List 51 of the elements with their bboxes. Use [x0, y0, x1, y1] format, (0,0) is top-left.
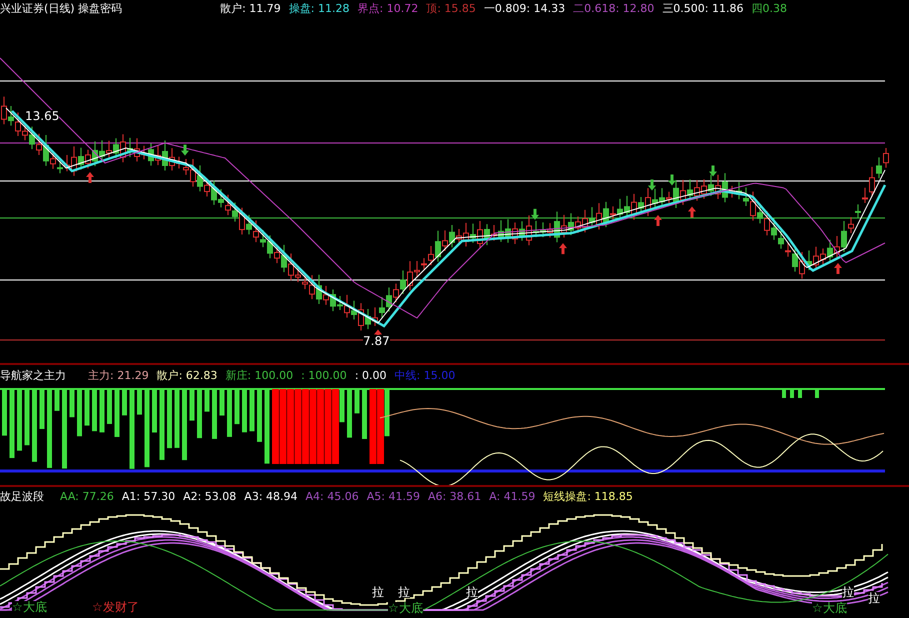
- indicator-value: A3: 48.94: [244, 489, 298, 505]
- bar: [790, 389, 794, 398]
- signal-label: ☆大底: [12, 601, 47, 613]
- indicator-value: A2: 53.08: [183, 489, 236, 505]
- signal-label: 拉: [398, 586, 410, 598]
- up-arrow-icon: [654, 215, 662, 226]
- indicator-value: A6: 38.61: [428, 489, 482, 505]
- indicator-value: 操盘: 11.28: [288, 1, 350, 17]
- bar: [782, 389, 786, 398]
- indicator-value: 短线操盘: 118.85: [543, 489, 633, 505]
- down-arrow-icon: [181, 144, 189, 156]
- indicator-value: 四0.38: [751, 1, 787, 17]
- indicator-value: A4: 45.06: [306, 489, 359, 505]
- panel-title: 故足波段: [0, 489, 44, 505]
- down-arrow-icon: [531, 208, 539, 220]
- price-label: 13.65: [25, 110, 60, 122]
- indicator-value: A: 41.59: [489, 489, 536, 505]
- indicator-value: A5: 41.59: [366, 489, 420, 505]
- up-arrow-icon: [86, 172, 94, 183]
- signal-label: ☆大底: [812, 602, 847, 614]
- indicator-value: 一0.809: 14.33: [484, 1, 566, 17]
- indicator-value: 散户: 62.83: [156, 368, 218, 384]
- price-label: 7.87: [363, 335, 390, 347]
- signal-label: ☆发财了: [92, 601, 139, 613]
- signal-label: ☆大底: [388, 602, 423, 614]
- up-arrow-icon: [559, 243, 567, 254]
- indicator-value: 主力: 21.29: [88, 368, 149, 384]
- indicator-value: A1: 57.30: [122, 489, 176, 505]
- indicator-value: 界点: 10.72: [358, 1, 418, 17]
- indicator-value: 新庄: 100.00: [225, 368, 294, 384]
- indicator-value: : 100.00: [301, 368, 347, 384]
- signal-label: 拉: [842, 586, 854, 598]
- up-arrow-icon: [688, 206, 696, 218]
- indicator-value: 二0.618: 12.80: [573, 1, 654, 17]
- panel-title: 兴业证券(日线) 操盘密码: [0, 1, 122, 17]
- panel-title: 导航家之主力: [0, 368, 66, 384]
- indicator-value: 顶: 15.85: [426, 1, 476, 17]
- indicator-value: : 0.00: [354, 368, 387, 384]
- down-arrow-icon: [648, 180, 656, 190]
- bar: [798, 389, 802, 398]
- bar: [815, 389, 819, 398]
- indicator-value: 散户: 11.79: [220, 1, 281, 17]
- signal-label: 拉: [868, 592, 880, 604]
- indicator-value: AA: 77.26: [60, 489, 114, 505]
- up-arrow-icon: [834, 263, 842, 274]
- down-arrow-icon: [668, 174, 676, 186]
- indicator-value: 中线: 15.00: [394, 368, 456, 384]
- signal-label: 拉: [372, 586, 384, 598]
- signal-label: 拉: [466, 586, 478, 598]
- indicator-value: 三0.500: 11.86: [662, 1, 744, 17]
- down-arrow-icon: [709, 166, 717, 176]
